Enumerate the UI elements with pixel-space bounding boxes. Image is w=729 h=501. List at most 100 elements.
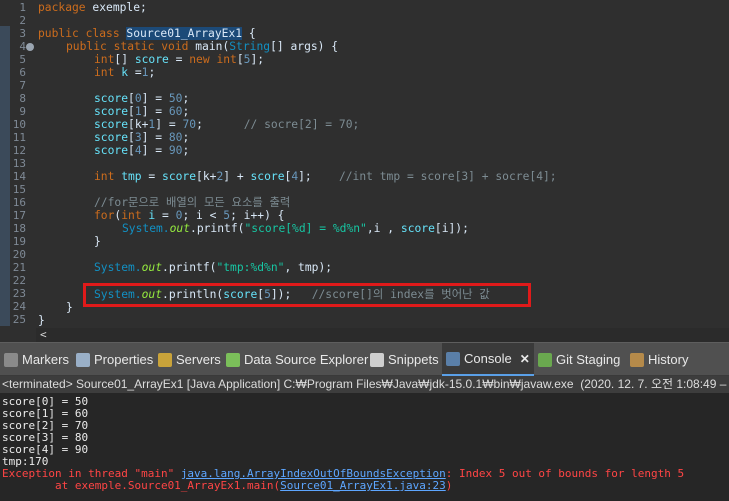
code-text: }: [94, 235, 101, 248]
code-text: , tmp);: [284, 261, 333, 274]
line-number: 6: [19, 66, 26, 79]
code-line-26: }: [38, 314, 45, 327]
code-text: ;: [182, 92, 190, 105]
tab-console[interactable]: Console ✕: [442, 343, 534, 376]
line-number: 23: [12, 287, 26, 300]
properties-icon: [76, 352, 90, 367]
tab-data-source-explorer[interactable]: Data Source Explorer: [226, 343, 368, 376]
code-text: =: [155, 209, 176, 222]
code-text: ,i ,: [366, 222, 401, 235]
data-source-icon: [226, 352, 240, 367]
code-line-15: int tmp = score[k+2] + score[4]; //int t…: [94, 170, 557, 183]
code-line-20: }: [94, 235, 101, 248]
close-icon[interactable]: ✕: [520, 352, 530, 366]
code-text: ] =: [141, 92, 169, 105]
static-field: out: [169, 222, 191, 235]
code-text: [: [128, 92, 135, 105]
git-staging-icon: [538, 352, 552, 367]
tab-properties[interactable]: Properties: [76, 343, 153, 376]
code-text: ; i++) {: [230, 209, 285, 222]
code-text: }: [38, 314, 45, 327]
code-text: }: [66, 301, 73, 314]
tab-git-staging[interactable]: Git Staging: [538, 343, 620, 376]
line-number: 24: [12, 300, 26, 313]
breakpoint-strip[interactable]: [0, 26, 10, 326]
code-area[interactable]: package exemple; public class Source01_A…: [38, 0, 729, 328]
string-literal: "tmp:%d%n": [216, 261, 285, 274]
tab-history[interactable]: History: [630, 343, 688, 376]
code-line-22: System.out.printf("tmp:%d%n", tmp);: [94, 261, 332, 274]
variable: tmp: [114, 170, 142, 183]
variable: score: [134, 53, 169, 66]
keyword: for: [94, 209, 115, 222]
console-panel[interactable]: <terminated> Source01_ArrayEx1 [Java App…: [0, 376, 729, 501]
class-name: Source01_ArrayEx1: [126, 27, 243, 40]
line-number: 5: [19, 53, 26, 66]
code-text: exemple;: [85, 1, 147, 14]
number: 50: [168, 92, 183, 105]
static-field: out: [141, 261, 163, 274]
keyword: public class: [38, 27, 127, 40]
line-number: 13: [12, 157, 26, 170]
line-number: 15: [12, 183, 26, 196]
tab-markers[interactable]: Markers: [4, 343, 69, 376]
console-header: <terminated> Source01_ArrayEx1 [Java App…: [0, 376, 729, 393]
tab-servers[interactable]: Servers: [158, 343, 221, 376]
code-text: [: [128, 105, 135, 118]
horizontal-scrollbar[interactable]: <: [36, 328, 729, 342]
variable: i: [141, 209, 156, 222]
variable: score: [94, 131, 129, 144]
tab-label: History: [648, 352, 689, 367]
code-text: [k+: [128, 118, 149, 131]
line-number: 19: [12, 235, 26, 248]
variable: score: [250, 170, 285, 183]
variable: score: [94, 105, 129, 118]
variable: score: [94, 144, 129, 157]
keyword: int: [121, 209, 142, 222]
tab-label: Markers: [22, 352, 69, 367]
variable: score: [94, 92, 129, 105]
fold-toggle-icon[interactable]: [26, 43, 34, 51]
error-line: at exemple.Source01_ArrayEx1.main(Source…: [2, 480, 452, 492]
error-text: at exemple.Source01_ArrayEx1.main(: [2, 479, 281, 492]
tab-label: Git Staging: [556, 352, 621, 367]
code-text: .printf(: [190, 222, 245, 235]
code-text: ; i <: [182, 209, 224, 222]
line-number: 22: [12, 274, 26, 287]
code-line-3: public class Source01_ArrayEx1 {: [38, 27, 256, 40]
variable: score: [162, 170, 197, 183]
code-text: ];: [298, 170, 312, 183]
code-line-19: System.out.printf("score[%d] = %d%n",i ,…: [122, 222, 469, 235]
history-icon: [630, 352, 644, 367]
console-icon: [446, 351, 460, 366]
line-number: 21: [12, 261, 26, 274]
tab-snippets[interactable]: Snippets: [370, 343, 439, 376]
error-text: : Index 5 out of bounds for length 5: [445, 467, 685, 480]
tab-label: Snippets: [388, 352, 439, 367]
code-editor[interactable]: 1 2 3 4 5 6 7 8 9 10 11 12 13 14 15 16 17 18 19 20 21 22 23 24 2…: [0, 0, 729, 328]
code-line-4: public static void main(String[] args) {: [66, 40, 338, 53]
scroll-left-icon[interactable]: <: [40, 328, 47, 342]
keyword: int: [94, 53, 115, 66]
code-line-25: }: [66, 301, 73, 314]
keyword: package: [38, 1, 86, 14]
keyword: new: [189, 53, 210, 66]
code-text: ] +: [223, 170, 251, 183]
code-text: ;: [182, 105, 190, 118]
snippets-icon: [370, 352, 384, 367]
keyword: int: [94, 66, 115, 79]
string-literal: "score[%d] = %d%n": [244, 222, 367, 235]
line-number: 7: [19, 79, 26, 92]
tab-label: Servers: [176, 352, 221, 367]
comment: //int tmp = score[3] + socre[4];: [338, 170, 557, 183]
code-text: ] =: [141, 144, 169, 157]
line-number: 1: [19, 1, 26, 14]
line-number: 11: [12, 131, 26, 144]
code-line-13: score[4] = 90;: [94, 144, 189, 157]
line-number: 17: [12, 209, 26, 222]
keyword: int: [94, 170, 115, 183]
line-number: 8: [19, 92, 26, 105]
source-link[interactable]: Source01_ArrayEx1.java:23: [280, 479, 446, 492]
type-name: String: [229, 40, 271, 53]
code-text: {: [242, 27, 256, 40]
